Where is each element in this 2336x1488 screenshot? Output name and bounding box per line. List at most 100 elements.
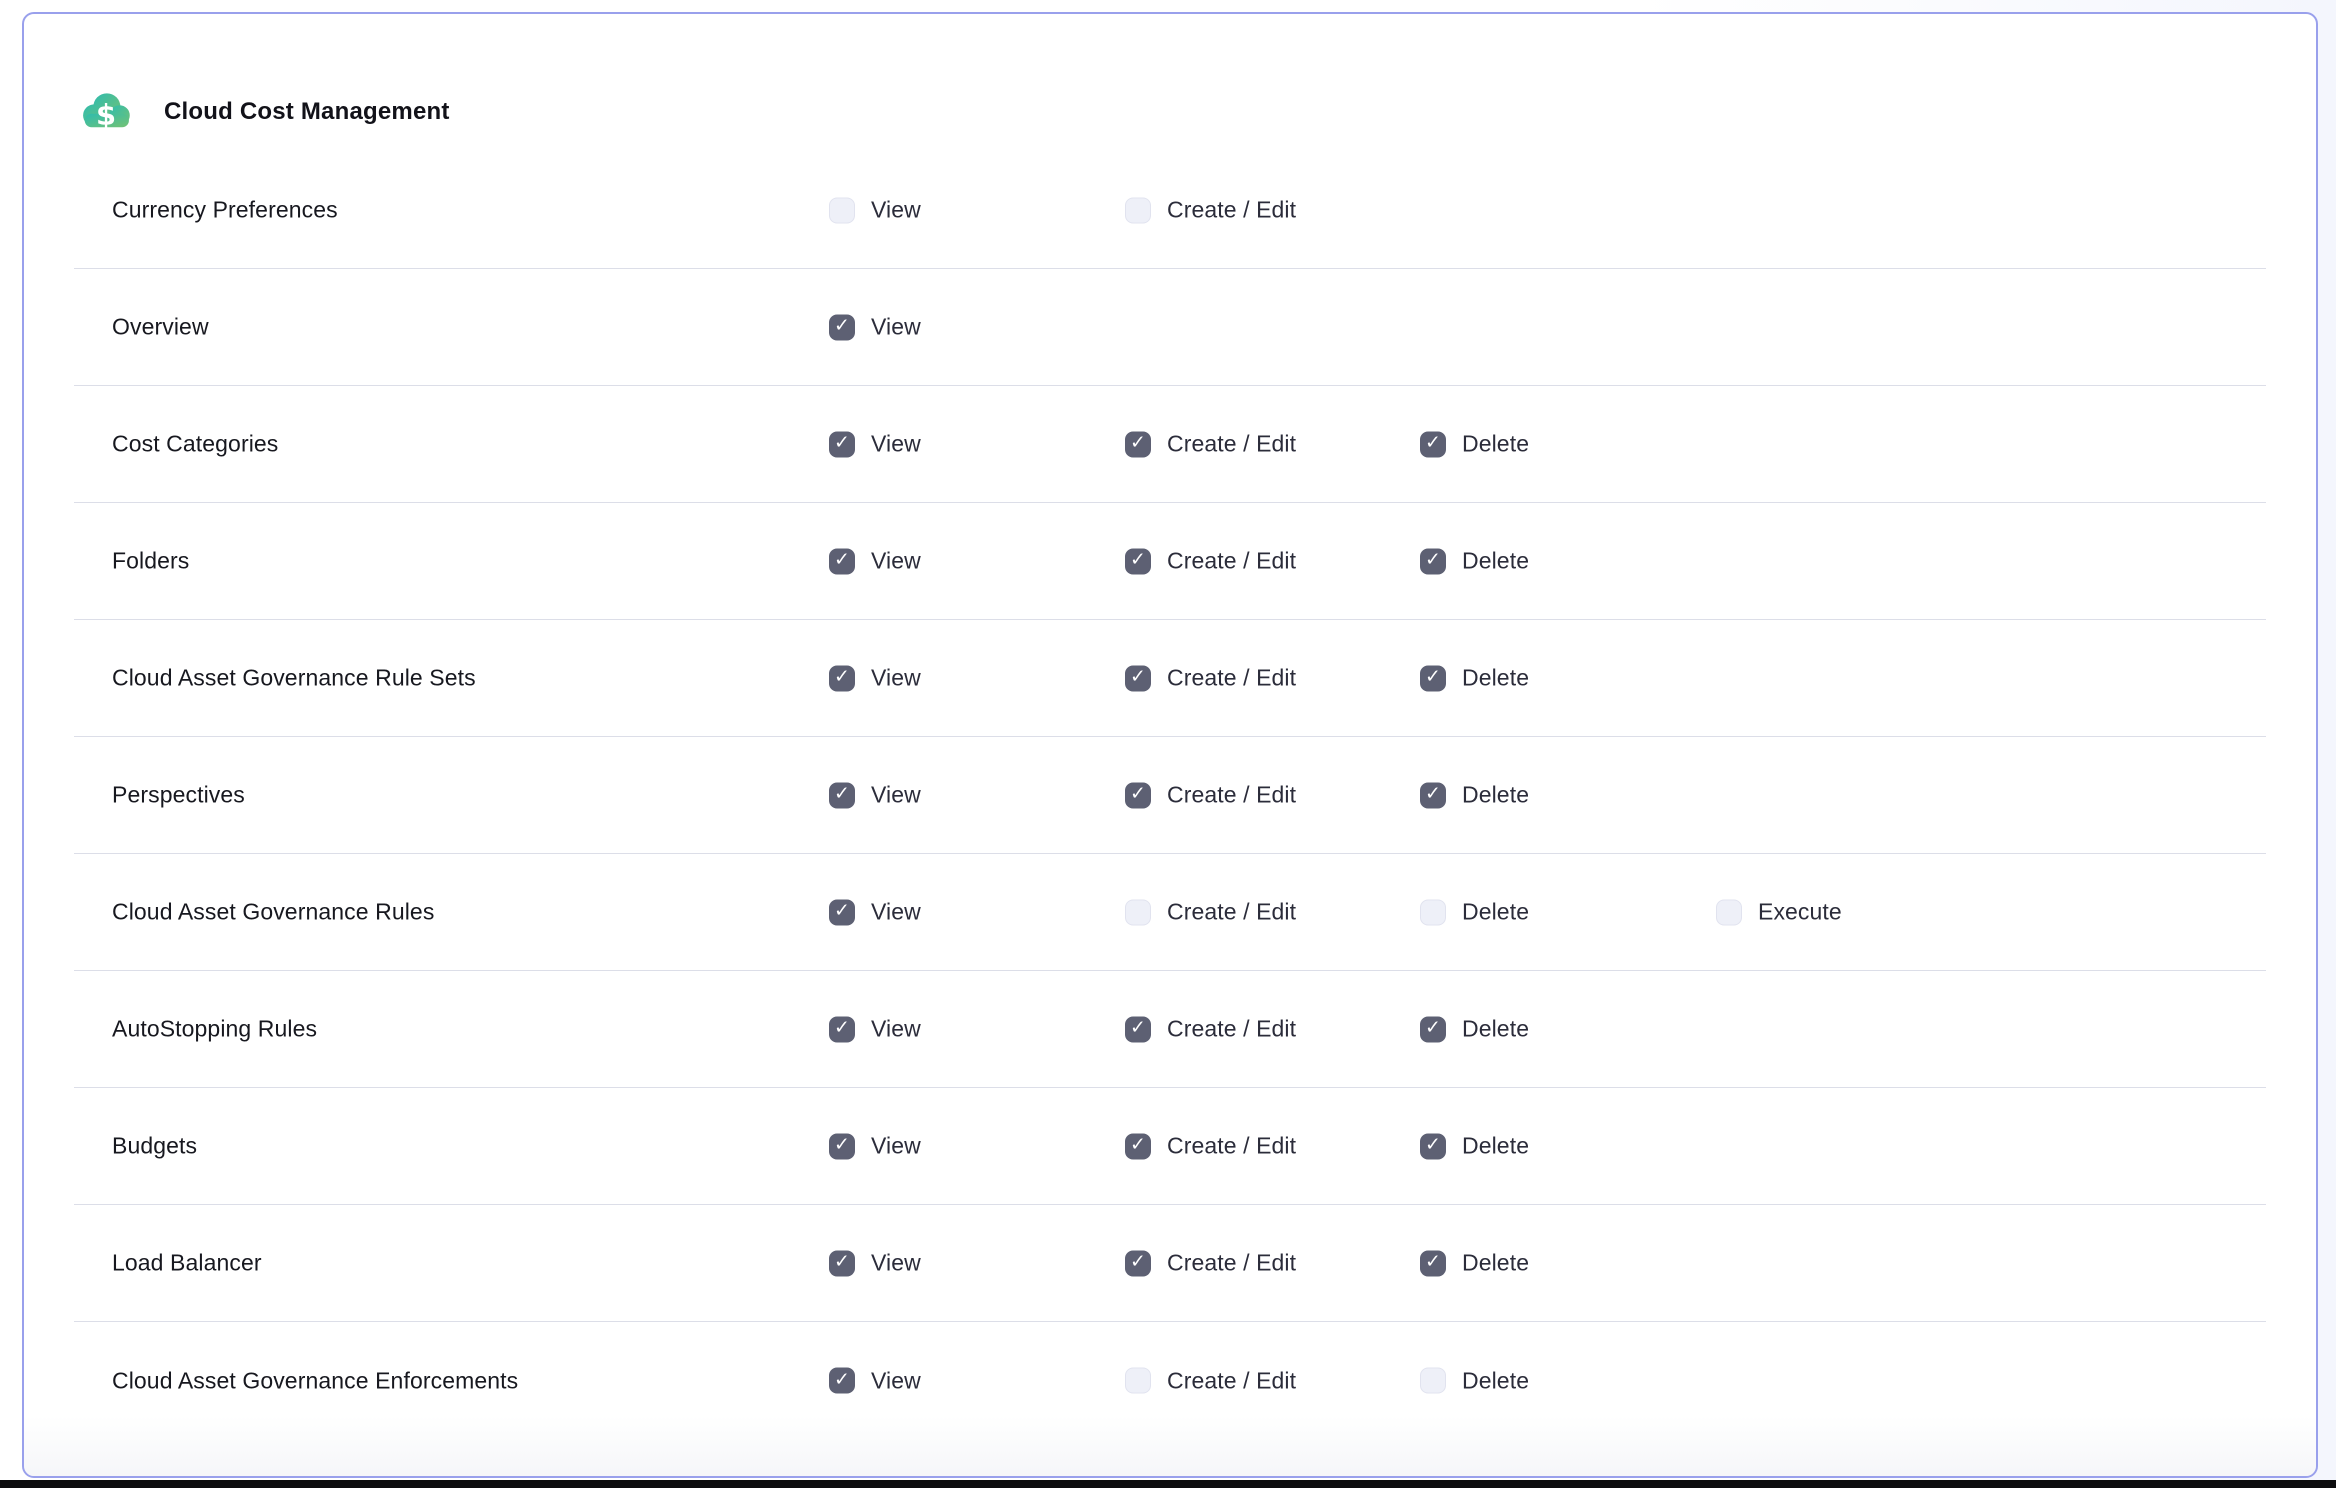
permission-label[interactable]: Delete bbox=[1462, 1133, 1529, 1160]
permission-cell: ✓ View bbox=[829, 899, 921, 926]
permission-label[interactable]: Create / Edit bbox=[1167, 431, 1296, 458]
permission-checkbox[interactable]: ✓ bbox=[1125, 782, 1151, 808]
permission-checkbox[interactable]: ✓ bbox=[1125, 548, 1151, 574]
permission-checkbox[interactable]: ✓ bbox=[1420, 1250, 1446, 1276]
permission-label[interactable]: View bbox=[871, 548, 921, 575]
permission-checkbox[interactable]: ✓ bbox=[1420, 782, 1446, 808]
permission-checkbox[interactable]: ✓ bbox=[1420, 1133, 1446, 1159]
permission-label[interactable]: Delete bbox=[1462, 782, 1529, 809]
permission-cell: ✓ Delete bbox=[1420, 1250, 1529, 1277]
permission-checkbox[interactable]: ✓ bbox=[1125, 665, 1151, 691]
permission-label[interactable]: View bbox=[871, 782, 921, 809]
permission-cell: ✓ View bbox=[829, 197, 921, 224]
permission-label[interactable]: Delete bbox=[1462, 1250, 1529, 1277]
permission-row: Cloud Asset Governance Rules ✓ View ✓ Cr… bbox=[74, 854, 2266, 971]
permission-checkbox[interactable]: ✓ bbox=[1125, 1250, 1151, 1276]
permission-label[interactable]: View bbox=[871, 1250, 921, 1277]
cloud-dollar-icon: $ bbox=[78, 89, 134, 135]
permission-checkbox[interactable]: ✓ bbox=[1125, 1368, 1151, 1394]
permission-label[interactable]: View bbox=[871, 1367, 921, 1394]
permission-checkbox[interactable]: ✓ bbox=[1420, 1368, 1446, 1394]
permission-cell: ✓ View bbox=[829, 1016, 921, 1043]
permission-checkbox[interactable]: ✓ bbox=[1125, 1133, 1151, 1159]
permission-checkbox[interactable]: ✓ bbox=[1716, 899, 1742, 925]
permission-label[interactable]: Delete bbox=[1462, 548, 1529, 575]
permission-checkbox[interactable]: ✓ bbox=[1420, 665, 1446, 691]
permission-label[interactable]: Create / Edit bbox=[1167, 665, 1296, 692]
permission-label[interactable]: Create / Edit bbox=[1167, 782, 1296, 809]
permission-label[interactable]: Create / Edit bbox=[1167, 1133, 1296, 1160]
resource-label: Budgets bbox=[112, 1133, 197, 1160]
resource-label: Cloud Asset Governance Rules bbox=[112, 899, 434, 926]
permission-label[interactable]: Delete bbox=[1462, 899, 1529, 926]
permission-checkbox[interactable]: ✓ bbox=[829, 899, 855, 925]
permission-cell: ✓ Create / Edit bbox=[1125, 782, 1296, 809]
dollar-glyph: $ bbox=[96, 98, 116, 132]
permission-row: AutoStopping Rules ✓ View ✓ Create / Edi… bbox=[74, 971, 2266, 1088]
permission-cell: ✓ Delete bbox=[1420, 1016, 1529, 1043]
permission-cell: ✓ Create / Edit bbox=[1125, 548, 1296, 575]
check-icon: ✓ bbox=[834, 551, 850, 570]
check-icon: ✓ bbox=[834, 1253, 850, 1272]
permission-checkbox[interactable]: ✓ bbox=[829, 1133, 855, 1159]
permission-checkbox[interactable]: ✓ bbox=[1420, 431, 1446, 457]
check-icon: ✓ bbox=[1425, 1136, 1441, 1155]
check-icon: ✓ bbox=[834, 1136, 850, 1155]
permission-label[interactable]: Create / Edit bbox=[1167, 1250, 1296, 1277]
check-icon: ✓ bbox=[1425, 1019, 1441, 1038]
permission-cell: ✓ Execute bbox=[1716, 899, 1842, 926]
permission-label[interactable]: Create / Edit bbox=[1167, 1367, 1296, 1394]
permission-label[interactable]: Delete bbox=[1462, 665, 1529, 692]
permission-checkbox[interactable]: ✓ bbox=[1125, 899, 1151, 925]
permission-checkbox[interactable]: ✓ bbox=[829, 782, 855, 808]
permission-checkbox[interactable]: ✓ bbox=[1125, 197, 1151, 223]
permission-checkbox[interactable]: ✓ bbox=[829, 197, 855, 223]
permission-cell: ✓ View bbox=[829, 1250, 921, 1277]
check-icon: ✓ bbox=[834, 785, 850, 804]
check-icon: ✓ bbox=[1130, 1136, 1146, 1155]
permission-checkbox[interactable]: ✓ bbox=[1125, 431, 1151, 457]
permission-row: Perspectives ✓ View ✓ Create / Edit ✓ De… bbox=[74, 737, 2266, 854]
permission-label[interactable]: View bbox=[871, 431, 921, 458]
permission-checkbox[interactable]: ✓ bbox=[829, 431, 855, 457]
permission-label[interactable]: Create / Edit bbox=[1167, 548, 1296, 575]
permission-checkbox[interactable]: ✓ bbox=[829, 548, 855, 574]
permission-label[interactable]: View bbox=[871, 899, 921, 926]
permission-label[interactable]: Create / Edit bbox=[1167, 1016, 1296, 1043]
permission-cell: ✓ View bbox=[829, 431, 921, 458]
permission-checkbox[interactable]: ✓ bbox=[829, 665, 855, 691]
permission-checkbox[interactable]: ✓ bbox=[829, 1250, 855, 1276]
permission-label[interactable]: Execute bbox=[1758, 899, 1842, 926]
permission-row: Cloud Asset Governance Rule Sets ✓ View … bbox=[74, 620, 2266, 737]
permission-cell: ✓ Create / Edit bbox=[1125, 1367, 1296, 1394]
permission-label[interactable]: Delete bbox=[1462, 431, 1529, 458]
check-icon: ✓ bbox=[1130, 1019, 1146, 1038]
resource-label: Overview bbox=[112, 314, 209, 341]
permission-label[interactable]: View bbox=[871, 197, 921, 224]
check-icon: ✓ bbox=[834, 1370, 850, 1389]
permission-cell: ✓ View bbox=[829, 1133, 921, 1160]
permission-label[interactable]: View bbox=[871, 1016, 921, 1043]
permission-label[interactable]: View bbox=[871, 314, 921, 341]
permission-cell: ✓ View bbox=[829, 548, 921, 575]
permission-checkbox[interactable]: ✓ bbox=[829, 314, 855, 340]
permission-label[interactable]: Delete bbox=[1462, 1016, 1529, 1043]
permission-label[interactable]: View bbox=[871, 665, 921, 692]
permission-cell: ✓ Delete bbox=[1420, 548, 1529, 575]
permission-label[interactable]: Create / Edit bbox=[1167, 899, 1296, 926]
permission-cell: ✓ Delete bbox=[1420, 899, 1529, 926]
permission-checkbox[interactable]: ✓ bbox=[1420, 1016, 1446, 1042]
check-icon: ✓ bbox=[1130, 785, 1146, 804]
check-icon: ✓ bbox=[1425, 785, 1441, 804]
permission-checkbox[interactable]: ✓ bbox=[1420, 548, 1446, 574]
permission-checkbox[interactable]: ✓ bbox=[1125, 1016, 1151, 1042]
permission-cell: ✓ View bbox=[829, 314, 921, 341]
permission-checkbox[interactable]: ✓ bbox=[1420, 899, 1446, 925]
permission-checkbox[interactable]: ✓ bbox=[829, 1016, 855, 1042]
permission-row: Currency Preferences ✓ View ✓ Create / E… bbox=[74, 152, 2266, 269]
permission-label[interactable]: View bbox=[871, 1133, 921, 1160]
permission-label[interactable]: Create / Edit bbox=[1167, 197, 1296, 224]
permission-label[interactable]: Delete bbox=[1462, 1367, 1529, 1394]
check-icon: ✓ bbox=[1130, 668, 1146, 687]
permission-checkbox[interactable]: ✓ bbox=[829, 1368, 855, 1394]
